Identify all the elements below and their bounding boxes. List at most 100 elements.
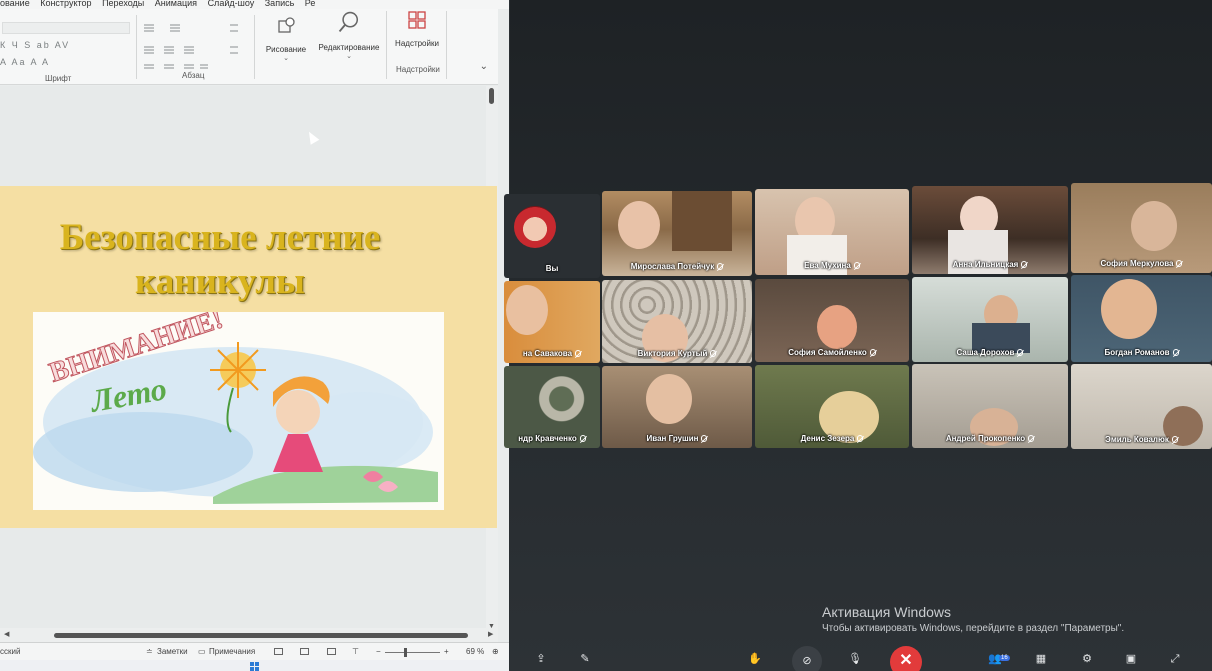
zoom-slider[interactable] [385,652,440,653]
participant-name: Иван Грушин [602,434,752,443]
shapes-icon [278,17,295,33]
divider [136,15,137,79]
ribbon-tabs: ование Конструктор Переходы Анимация Сла… [0,0,509,9]
mic-muted-icon [1028,435,1035,442]
slide-sorter-icon[interactable] [300,648,309,655]
zoom-level[interactable]: 69 % [466,647,484,656]
raise-hand-icon[interactable]: ✋ [744,648,766,670]
activation-subtitle: Чтобы активировать Windows, перейдите в … [822,623,1125,634]
participant-face [646,374,692,424]
divider [254,15,255,79]
drawing-button[interactable]: Рисование ⌄ [262,15,310,62]
comments-icon[interactable]: ▭ [198,647,206,656]
font-format-controls[interactable]: К Ч S ab AV [0,40,70,50]
mic-muted-icon [1172,349,1179,356]
font-name-box[interactable] [2,22,130,34]
share-screen-icon[interactable]: ⇪ [530,648,552,670]
scroll-thumb[interactable] [54,633,468,638]
font-size-controls[interactable]: A Aa A A [0,57,50,67]
group-label-paragraph: Абзац [182,71,205,80]
divider [386,11,387,79]
reaction-icon[interactable]: ✎ [574,648,596,670]
participant-face [506,285,548,335]
participant-name: Мирослава Потейчук [602,262,752,271]
picture-in-picture-icon[interactable]: ▣ [1120,648,1142,670]
mic-muted-icon [575,350,582,357]
mic-muted-icon [1171,436,1178,443]
participant-tile[interactable]: София Самойленко [755,279,909,362]
tab-slideshow[interactable]: Слайд-шоу [208,0,255,8]
participant-tile[interactable]: Саша Дорохов [912,277,1068,362]
participant-tile[interactable]: Богдан Романов [1071,275,1212,362]
participant-tile-self[interactable]: Вы [504,194,600,278]
activation-title: Активация Windows [822,604,952,620]
avatar [514,206,556,248]
participant-name: София Меркулова [1071,259,1212,268]
addins-label: Надстройки [395,39,439,48]
drawing-label: Рисование [265,45,307,54]
summer-illustration: ВНИМАНИЕ! Лето [33,312,438,504]
slide[interactable]: Безопасные летние каникулы ВНИМАНИЕ! Лет… [0,186,497,528]
notes-icon[interactable]: ≐ [146,647,153,656]
participant-face [1101,279,1157,339]
participant-tile[interactable]: Денис Зезера [755,365,909,448]
chevron-down-icon: ⌄ [283,55,289,62]
participant-name: Анна Ильницкая [912,260,1068,269]
mic-muted-icon [1021,261,1028,268]
mic-muted-icon [1176,260,1183,267]
editing-button[interactable]: Редактирование ⌄ [316,9,382,60]
bookshelf [672,191,732,251]
leave-call-button[interactable]: ✕ [890,646,922,671]
participant-tile[interactable]: Мирослава Потейчук [602,191,752,276]
tab-design[interactable]: Конструктор [40,0,91,8]
language-indicator[interactable]: сский [0,647,20,656]
scroll-right-icon[interactable]: ▶ [488,630,493,638]
call-controls: ⇪ ✎ ✋ ⊘ 🎙 ✕ 👥 ▦ ⚙ ▣ ⤢ [510,646,1212,671]
layout-icon[interactable]: ▦ [1030,648,1052,670]
participant-tile[interactable]: Иван Грушин [602,366,752,448]
zoom-out-icon[interactable]: − [376,647,381,656]
participant-tile[interactable]: Виктория Куртый [602,280,752,363]
participant-tile[interactable]: Андрей Прокопенко [912,364,1068,448]
normal-view-icon[interactable] [274,648,283,655]
notes-button[interactable]: Заметки [157,647,188,656]
participant-name: Виктория Куртый [602,349,752,358]
slideshow-icon[interactable]: ⊤ [352,647,359,656]
participant-tile[interactable]: Эмиль Ковалюк [1071,364,1212,449]
collapse-ribbon-icon[interactable]: ⌄ [480,61,488,72]
zoom-in-icon[interactable]: + [444,647,449,656]
participant-tile[interactable]: на Савакова [504,281,600,363]
paragraph-controls[interactable] [142,17,252,72]
camera-off-icon[interactable]: ⊘ [792,646,822,671]
scroll-left-icon[interactable]: ◀ [4,630,9,638]
slide-title-line1: Безопасные летние [59,217,381,258]
status-bar: сский ≐ Заметки ▭ Примечания ⊤ − + 69 % … [0,642,509,660]
microphone-icon[interactable]: 🎙 [844,648,866,670]
participant-tile[interactable]: Анна Ильницкая [912,186,1068,274]
tab-record[interactable]: Запись [265,0,295,8]
participant-name: Денис Зезера [755,434,909,443]
horizontal-scrollbar[interactable]: ◀ ▶ [0,628,498,642]
tab-animations[interactable]: Анимация [155,0,197,8]
settings-gear-icon[interactable]: ⚙ [1076,648,1098,670]
scroll-thumb[interactable] [489,88,494,104]
addins-button[interactable]: Надстройки [390,9,444,48]
tab-home[interactable]: ование [0,0,30,8]
fit-slide-icon[interactable]: ⊕ [492,647,499,656]
zoom-slider-knob[interactable] [404,648,407,657]
tab-transitions[interactable]: Переходы [102,0,144,8]
comments-button[interactable]: Примечания [209,647,255,656]
reading-view-icon[interactable] [327,648,336,655]
tab-review[interactable]: Ре [305,0,316,8]
taskbar [0,660,509,671]
group-label-addins: Надстройки [396,65,440,74]
mic-muted-icon [869,349,876,356]
participant-tile[interactable]: София Меркулова [1071,183,1212,273]
participant-tile[interactable]: ндр Кравченко [504,366,600,448]
windows-start-icon[interactable] [250,662,259,671]
fullscreen-icon[interactable]: ⤢ [1164,648,1186,670]
mic-muted-icon [857,435,864,442]
participant-tile[interactable]: Ева Мухина [755,189,909,275]
divider [446,11,447,79]
participant-name: ндр Кравченко [504,434,600,443]
